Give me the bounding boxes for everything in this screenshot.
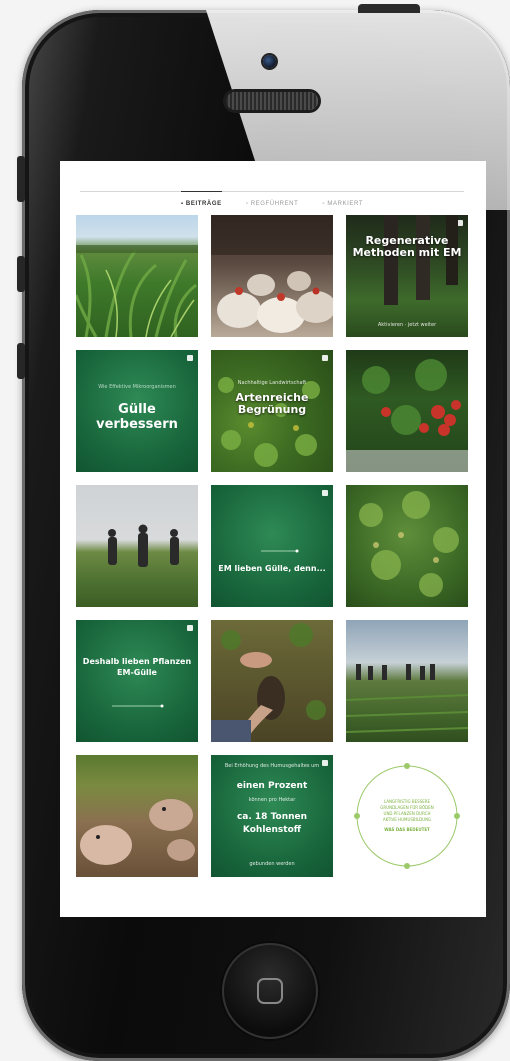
- front-camera-icon: [263, 55, 276, 68]
- power-button: [358, 4, 420, 13]
- people-field-image: [108, 524, 179, 567]
- soil-hands-image: [211, 623, 326, 742]
- post-corn-field[interactable]: [76, 215, 198, 337]
- divider-line: [112, 704, 164, 708]
- chickens-image: [211, 215, 333, 333]
- cycle-line4: AKTIVE HUMUSBILDUNG: [382, 817, 432, 822]
- post-field-group[interactable]: [346, 620, 468, 742]
- profile-tabs: ▪ BEITRÄGE ▫ REGFÜHRENT ▫ MARKIERT: [80, 191, 464, 210]
- post-grid: Regenerative Methoden mit EM Aktivieren …: [76, 215, 470, 877]
- volume-up-button: [17, 256, 25, 292]
- post-artenreiche-begruenung[interactable]: Nachhaltige Landwirtschaft Artenreiche B…: [211, 350, 333, 472]
- post-soil-hands[interactable]: [211, 620, 333, 742]
- post-caption: Aktivieren · jetzt weiter: [377, 322, 437, 328]
- post-chickens[interactable]: [211, 215, 333, 337]
- cycle-line5: WAS DAS BEDEUTET: [384, 827, 430, 832]
- post-subtitle: Nachhaltige Landwirtschaft: [237, 380, 307, 386]
- post-walking-field[interactable]: [76, 485, 198, 607]
- post-text-line5: gebunden werden: [249, 861, 295, 867]
- post-text-line2: einen Prozent: [236, 781, 308, 791]
- post-einen-prozent[interactable]: Bei Erhöhung des Humusgehaltes um einen …: [211, 755, 333, 877]
- post-regenerative-methods[interactable]: Regenerative Methoden mit EM Aktivieren …: [346, 215, 468, 337]
- post-em-lieben-guelle[interactable]: EM lieben Gülle, denn...: [211, 485, 333, 607]
- tomatoes-image: [346, 359, 468, 472]
- earpiece-speaker: [226, 92, 318, 110]
- post-title: Artenreiche Begrünung: [235, 391, 309, 416]
- post-title: EM lieben Gülle, denn...: [218, 564, 326, 573]
- post-title: Gülle verbessern: [96, 402, 178, 432]
- post-orchard[interactable]: [346, 485, 468, 607]
- post-title: Regenerative Methoden mit EM: [352, 234, 462, 259]
- home-button[interactable]: [222, 943, 318, 1039]
- post-pigs[interactable]: [76, 755, 198, 877]
- post-tomatoes[interactable]: [346, 350, 468, 472]
- mute-switch: [17, 156, 25, 202]
- corn-field-image: [76, 245, 198, 337]
- tab-beitraege[interactable]: ▪ BEITRÄGE: [180, 191, 222, 210]
- orchard-image: [359, 491, 459, 597]
- field-group-image: [346, 664, 468, 733]
- volume-down-button: [17, 343, 25, 379]
- divider-line: [261, 549, 299, 553]
- post-humus-cycle[interactable]: LANGFRISTIG BESSERE GRUNDLAGEN FÜR BÖDEN…: [346, 755, 468, 877]
- tab-reels[interactable]: ▫ REGFÜHRENT: [246, 192, 299, 210]
- post-pflanzen-em-guelle[interactable]: Deshalb lieben Pflanzen EM-Gülle: [76, 620, 198, 742]
- phone-screen: ▪ BEITRÄGE ▫ REGFÜHRENT ▫ MARKIERT Regen…: [60, 161, 486, 917]
- tab-markiert[interactable]: ▫ MARKIERT: [322, 192, 363, 210]
- home-square-icon: [257, 978, 283, 1004]
- post-subtitle: Wie Effektive Mikroorganismen: [98, 384, 176, 390]
- multi-image-icon: [187, 355, 193, 361]
- pigs-image: [80, 799, 195, 865]
- post-guelle-verbessern[interactable]: Wie Effektive Mikroorganismen Gülle verb…: [76, 350, 198, 472]
- post-text-line1: Bei Erhöhung des Humusgehaltes um: [224, 763, 320, 769]
- post-text-line3: können pro Hektar: [248, 797, 296, 803]
- post-text-line4: ca. 18 Tonnen Kohlenstoff: [236, 812, 308, 835]
